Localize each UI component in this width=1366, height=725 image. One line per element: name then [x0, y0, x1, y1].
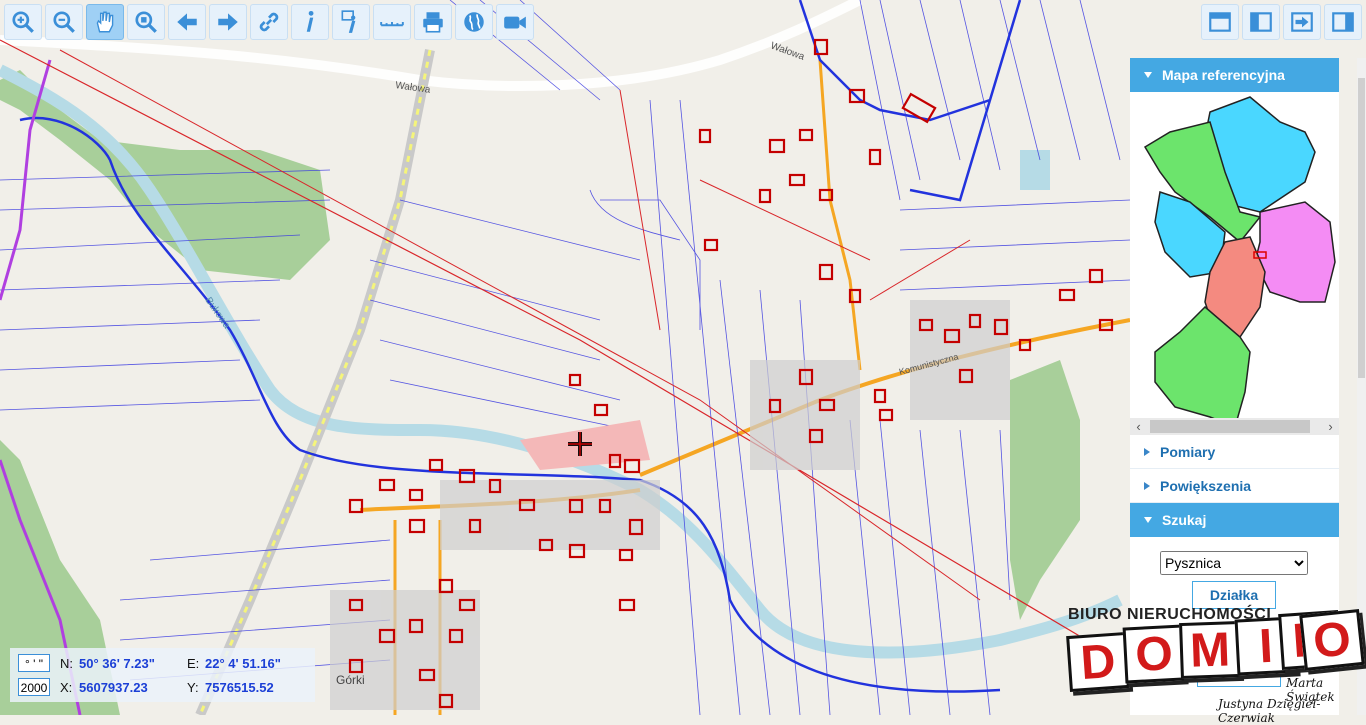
chevron-right-icon	[1144, 481, 1150, 490]
accordion-ref-map-label: Mapa referencyjna	[1162, 67, 1285, 83]
accordion-powiekszenia-label: Powiększenia	[1160, 477, 1252, 494]
chevron-down-icon	[1144, 72, 1152, 78]
print-button[interactable]	[414, 4, 452, 40]
e-value: 22° 4' 51.16"	[205, 656, 281, 671]
printer-icon	[423, 12, 443, 33]
info-edit-button[interactable]	[332, 4, 370, 40]
accordion-ref-map[interactable]: Mapa referencyjna	[1130, 58, 1339, 92]
coordinates-box: ° ' " 2000 N: 50° 36' 7.23" E: 22° 4' 51…	[10, 648, 315, 702]
gmina-select[interactable]: Pysznica	[1160, 551, 1308, 575]
window-split-button[interactable]	[1242, 4, 1280, 40]
zoom-in-icon	[12, 11, 34, 33]
scroll-right-icon[interactable]: ›	[1322, 418, 1339, 435]
chevron-right-icon	[1144, 447, 1150, 456]
scale-input[interactable]: 2000	[18, 678, 50, 696]
accordion-powiekszenia[interactable]: Powiększenia	[1130, 469, 1339, 503]
accordion-szukaj-label: Szukaj	[1162, 512, 1207, 528]
link-button[interactable]	[250, 4, 288, 40]
toolbar	[4, 4, 534, 40]
logo-signature-2: Justyna Dzięgiel-Czerwiak	[1218, 697, 1321, 725]
link-icon	[259, 12, 279, 32]
y-label: Y:	[187, 680, 199, 695]
ref-region-pink	[1254, 201, 1336, 303]
pan-hand-icon	[96, 11, 114, 33]
window-top-button[interactable]	[1201, 4, 1239, 40]
panel-right-icon	[1332, 12, 1354, 32]
back-arrow-icon	[177, 13, 197, 31]
window-toolbar	[1201, 4, 1362, 40]
window-split-icon	[1250, 12, 1272, 32]
accordion-pomiary-label: Pomiary	[1160, 443, 1216, 460]
coord-format-button[interactable]: ° ' "	[18, 654, 50, 672]
reference-map-graphic[interactable]	[1130, 92, 1339, 435]
accordion-szukaj[interactable]: Szukaj	[1130, 503, 1339, 537]
zoom-extent-icon	[135, 11, 157, 33]
ref-map-scrollbar[interactable]: ‹ ›	[1130, 418, 1339, 435]
globe-icon	[464, 12, 484, 32]
video-button[interactable]	[496, 4, 534, 40]
measure-button[interactable]	[373, 4, 411, 40]
forward-button[interactable]	[209, 4, 247, 40]
exit-button[interactable]	[1283, 4, 1321, 40]
info-icon	[306, 10, 314, 32]
ruler-icon	[380, 22, 404, 27]
x-value: 5607937.23	[79, 680, 148, 695]
x-label: X:	[60, 680, 73, 695]
info-button[interactable]	[291, 4, 329, 40]
pan-button[interactable]	[86, 4, 124, 40]
scroll-thumb[interactable]	[1150, 420, 1310, 433]
panel-right-button[interactable]	[1324, 4, 1362, 40]
info-edit-icon	[341, 10, 356, 33]
scroll-thumb[interactable]	[1358, 78, 1365, 378]
e-label: E:	[187, 656, 200, 671]
window-top-icon	[1209, 12, 1231, 32]
n-label: N:	[60, 656, 73, 671]
exit-arrow-icon	[1291, 12, 1313, 32]
map-label-village: Górki	[336, 673, 365, 687]
logo-letter: M	[1179, 620, 1241, 680]
logo-letter: O	[1299, 609, 1365, 671]
zoom-out-icon	[53, 11, 75, 33]
zoom-out-button[interactable]	[45, 4, 83, 40]
accordion-pomiary[interactable]: Pomiary	[1130, 435, 1339, 469]
video-camera-icon	[504, 16, 526, 29]
zoom-extent-button[interactable]	[127, 4, 165, 40]
logo-letter: O	[1122, 624, 1186, 684]
forward-arrow-icon	[218, 13, 238, 31]
forest-area	[1020, 150, 1050, 190]
scroll-left-icon[interactable]: ‹	[1130, 418, 1147, 435]
logo-letter: D	[1066, 631, 1130, 693]
chevron-down-icon	[1144, 517, 1152, 523]
globe-button[interactable]	[455, 4, 493, 40]
domino-logo: BIURO NIERUCHOMOŚCI D O M I N O Marta Św…	[1062, 602, 1366, 725]
back-button[interactable]	[168, 4, 206, 40]
zoom-in-button[interactable]	[4, 4, 42, 40]
n-value: 50° 36' 7.23"	[79, 656, 155, 671]
reference-map[interactable]: ‹ ›	[1130, 92, 1339, 435]
y-value: 7576515.52	[205, 680, 274, 695]
